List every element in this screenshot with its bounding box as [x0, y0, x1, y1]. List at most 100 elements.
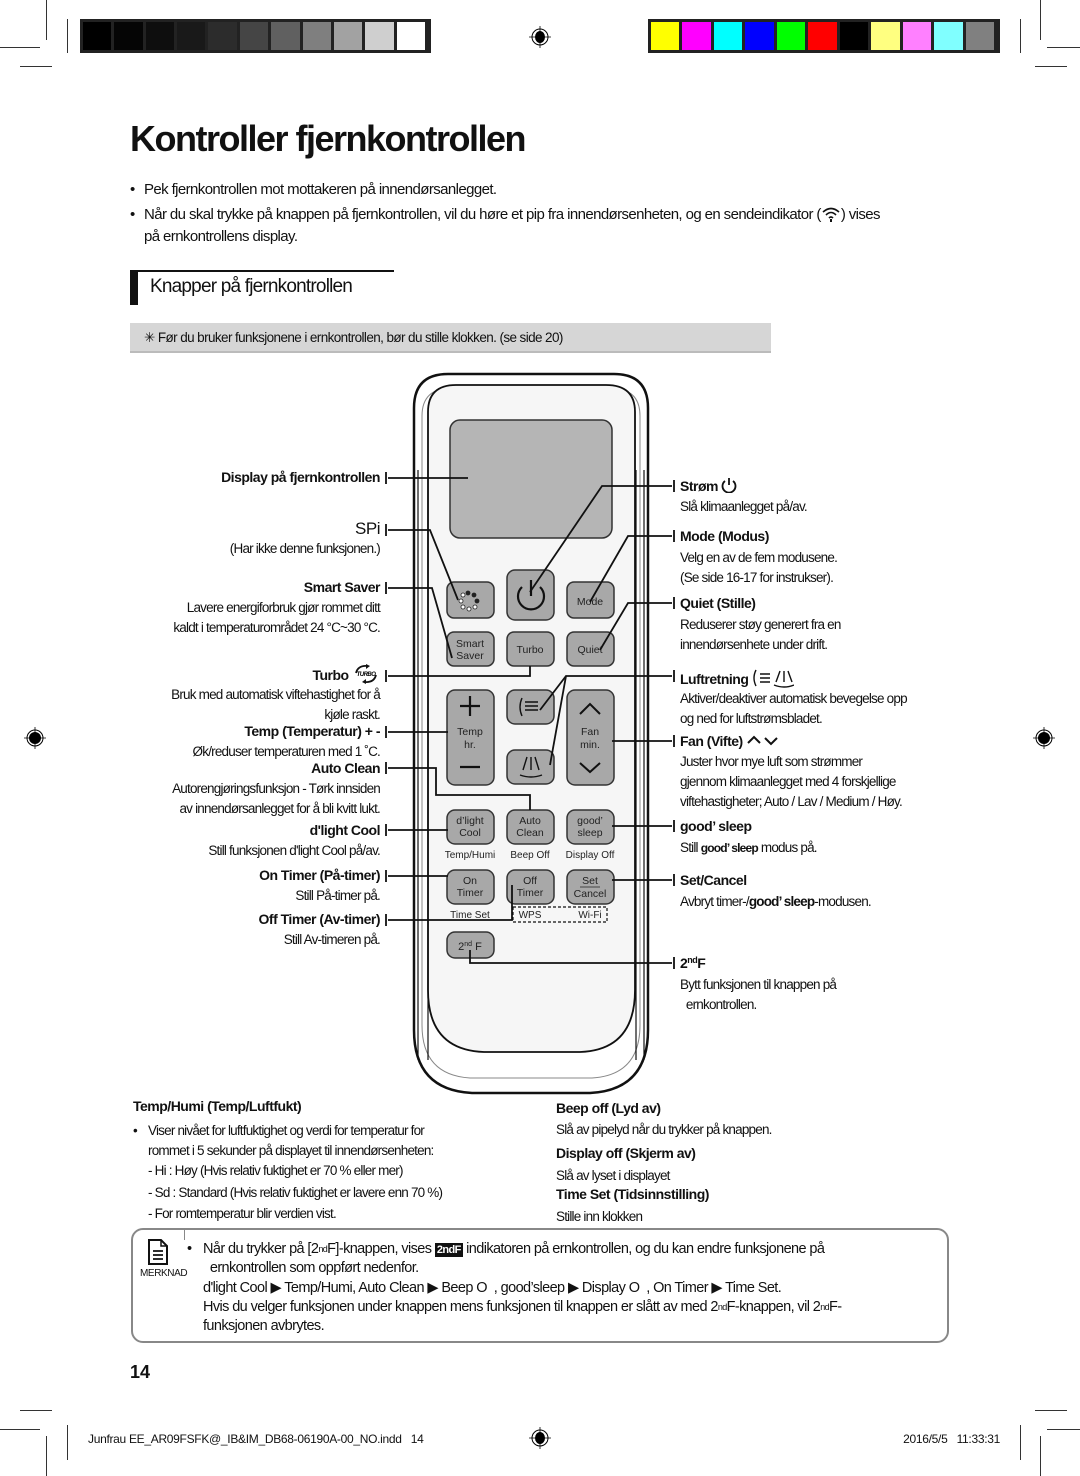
callout-dlight-label: d'light Cool: [309, 822, 381, 838]
callout-smart-saver-desc: kaldt i temperaturområdet 24 °C~30 °C.: [173, 620, 380, 635]
note-document-icon: [148, 1239, 168, 1265]
callout-set-cancel-label: Set/Cancel: [680, 872, 747, 888]
remote-button-label: Timer: [517, 887, 544, 899]
remote-button-label: Clean: [516, 827, 544, 839]
callout-second-function-desc: ernkontrollen.: [680, 997, 757, 1012]
turbo-icon: TURBO: [355, 664, 377, 684]
beep-off-text: Slå av pipelyd når du trykker på knappen…: [556, 1122, 772, 1137]
callout-mode-desc: Velg en av de fem modusene.: [680, 550, 838, 565]
temp-humi-heading: Temp/Humi (Temp/Luftfukt): [133, 1098, 302, 1114]
callout-dlight-desc: Still funksjonen d'light Cool på/av.: [208, 843, 380, 858]
note-label: MERKNAD: [140, 1268, 188, 1279]
callout-fan-desc: gjennom klimaanlegget med 4 forskjellige: [680, 774, 896, 789]
callout-airflow-text: Luftretning: [680, 671, 749, 687]
callout-set-cancel-desc: Avbryt timer-/good’ sleep-modusen.: [680, 894, 872, 909]
remote-button-label: good’: [577, 815, 603, 827]
callout-second-function-desc: Bytt funksjonen til knappen på: [680, 977, 837, 992]
airflow-updown-button: [506, 689, 555, 725]
remote-button-label: Timer: [457, 887, 484, 899]
time-set-text: Stille inn klokken: [556, 1209, 643, 1224]
callout-mode-label: Mode (Modus): [680, 528, 769, 544]
remote-button-label: Temp/Humi: [445, 850, 496, 861]
remote-button-label: Turbo: [516, 644, 543, 656]
callout-temp-label: Temp (Temperatur) + -: [244, 723, 380, 739]
temp-humi-line: - For romtemperatur blir verdien vist.: [148, 1206, 337, 1221]
crop-mark: [1020, 1425, 1021, 1460]
temp-humi-line: - Hi : Høy (Hvis relativ fuktighet er 70…: [148, 1163, 403, 1178]
remote-button-label: d’light: [456, 815, 484, 827]
callout-fan-desc: viftehastigheter; Auto / Lav / Medium / …: [680, 794, 903, 809]
beep-off-heading: Beep off (Lyd av): [556, 1100, 661, 1116]
svg-text:TURBO: TURBO: [357, 672, 377, 678]
remote-button-label: hr.: [464, 739, 476, 751]
remote-button-label: On: [463, 875, 477, 887]
temp-humi-line: - Sd : Standard (Hvis relativ fuktighet …: [148, 1185, 443, 1200]
callout-on-timer-label: On Timer (På-timer): [259, 867, 380, 883]
callout-quiet-label: Quiet (Stille): [680, 595, 756, 611]
note-box: MERKNAD • Når du trykker på [2ndF]-knappe…: [131, 1228, 949, 1343]
crop-mark: [1047, 1429, 1080, 1430]
remote-button-label: Wi-Fi: [578, 910, 601, 921]
remote-display: [449, 419, 613, 539]
display-off-heading: Display off (Skjerm av): [556, 1145, 696, 1161]
callout-fan-desc: Juster hvor mye luft som strømmer: [680, 754, 863, 769]
footer-filename: Junfrau EE_AR09FSFK@_IB&IM_DB68-06190A-0…: [88, 1432, 424, 1446]
power-icon: [721, 478, 737, 494]
footer-timestamp: 2016/5/5 11:33:31: [903, 1432, 1000, 1446]
callout-spi-label: SPi: [355, 519, 380, 538]
callout-fan-label: Fan (Vifte): [680, 733, 780, 749]
crop-mark: [20, 1410, 52, 1411]
callout-off-timer-desc: Still Av-timeren på.: [283, 932, 381, 947]
crop-mark: [1035, 1410, 1067, 1411]
remote-button-label: nd: [464, 941, 472, 948]
callout-auto-clean-label: Auto Clean: [311, 760, 380, 776]
time-set-heading: Time Set (Tidsinnstilling): [556, 1186, 709, 1202]
callout-airflow-desc: Aktiver/deaktiver automatisk bevegelse o…: [680, 691, 908, 706]
display-off-text: Slå av lyset i displayet: [556, 1168, 670, 1183]
callout-quiet-desc: Reduserer støy generert fra en: [680, 617, 841, 632]
remote-button-label: Cancel: [574, 888, 607, 900]
remote-button-label: Saver: [456, 650, 484, 662]
registration-mark-icon: [529, 1427, 551, 1449]
remote-diagram: Mode SmartSaver Turbo Quiet Temphr. Fanm…: [385, 372, 675, 1095]
callout-auto-clean-desc: Autorengjøringsfunksjon - Tørk innsiden: [172, 781, 381, 796]
remote-button-label: Fan: [581, 726, 599, 738]
callout-mode-desc: (Se side 16-17 for instrukser).: [680, 570, 834, 585]
callout-quiet-desc: innendørsenhete under drift.: [680, 637, 828, 652]
callout-smart-saver-label: Smart Saver: [303, 579, 381, 595]
remote-button-label: sleep: [577, 827, 602, 839]
second-function-indicator-badge: 2ndF: [434, 1243, 463, 1257]
callout-smart-saver-desc: Lavere energiforbruk gjør rommet ditt: [186, 600, 381, 615]
airflow-icon: [753, 669, 795, 688]
callout-power-desc: Slå klimaanlegget på/av.: [680, 499, 808, 514]
note-line: Hvis du velger funksjonen under knappen …: [203, 1299, 842, 1315]
remote-button-label: Set: [582, 875, 598, 887]
callout-good-sleep-desc: Still good’ sleep modus på.: [680, 840, 818, 855]
remote-button-label: Quiet: [577, 644, 602, 656]
callout-good-sleep-label: good’ sleep: [680, 818, 752, 834]
page-number: 14: [130, 1362, 151, 1382]
remote-button-label: Smart: [456, 638, 484, 650]
crop-mark: [67, 1425, 68, 1460]
callout-turbo-label: Turbo TURBO: [312, 664, 380, 684]
remote-button-label: Cool: [459, 827, 481, 839]
note-line: • Når du trykker på [2ndF]-knappen, vises…: [187, 1241, 825, 1257]
callout-fan-text: Fan (Vifte): [680, 733, 743, 749]
remote-button-label: min.: [580, 739, 600, 751]
crop-mark: [0, 1429, 40, 1430]
callout-airflow-label: Luftretning: [680, 668, 795, 688]
chevron-up-down-icon: [747, 735, 778, 746]
callout-second-function-label: 2ndF: [680, 955, 706, 971]
callout-turbo-desc: kjøle raskt.: [324, 707, 380, 722]
note-line: funksjonen avbrytes.: [203, 1318, 325, 1334]
callout-temp-desc: Øk/reduser temperaturen med 1 ˚C.: [192, 744, 381, 759]
callout-airflow-desc: og ned for luftstrømsbladet.: [680, 711, 823, 726]
callout-display-label: Display på fjernkontrollen: [221, 469, 380, 485]
crop-mark: [1040, 1436, 1041, 1476]
temp-humi-line: rommet i 5 sekunder på displayet til inn…: [148, 1143, 434, 1158]
remote-button-label: Display Off: [566, 850, 615, 861]
remote-button-label: WPS: [519, 910, 542, 921]
callout-power-text: Strøm: [680, 478, 718, 494]
callout-auto-clean-desc: av innendørsanlegget for å bli kvitt luk…: [179, 801, 380, 816]
callout-off-timer-label: Off Timer (Av-timer): [258, 911, 381, 927]
